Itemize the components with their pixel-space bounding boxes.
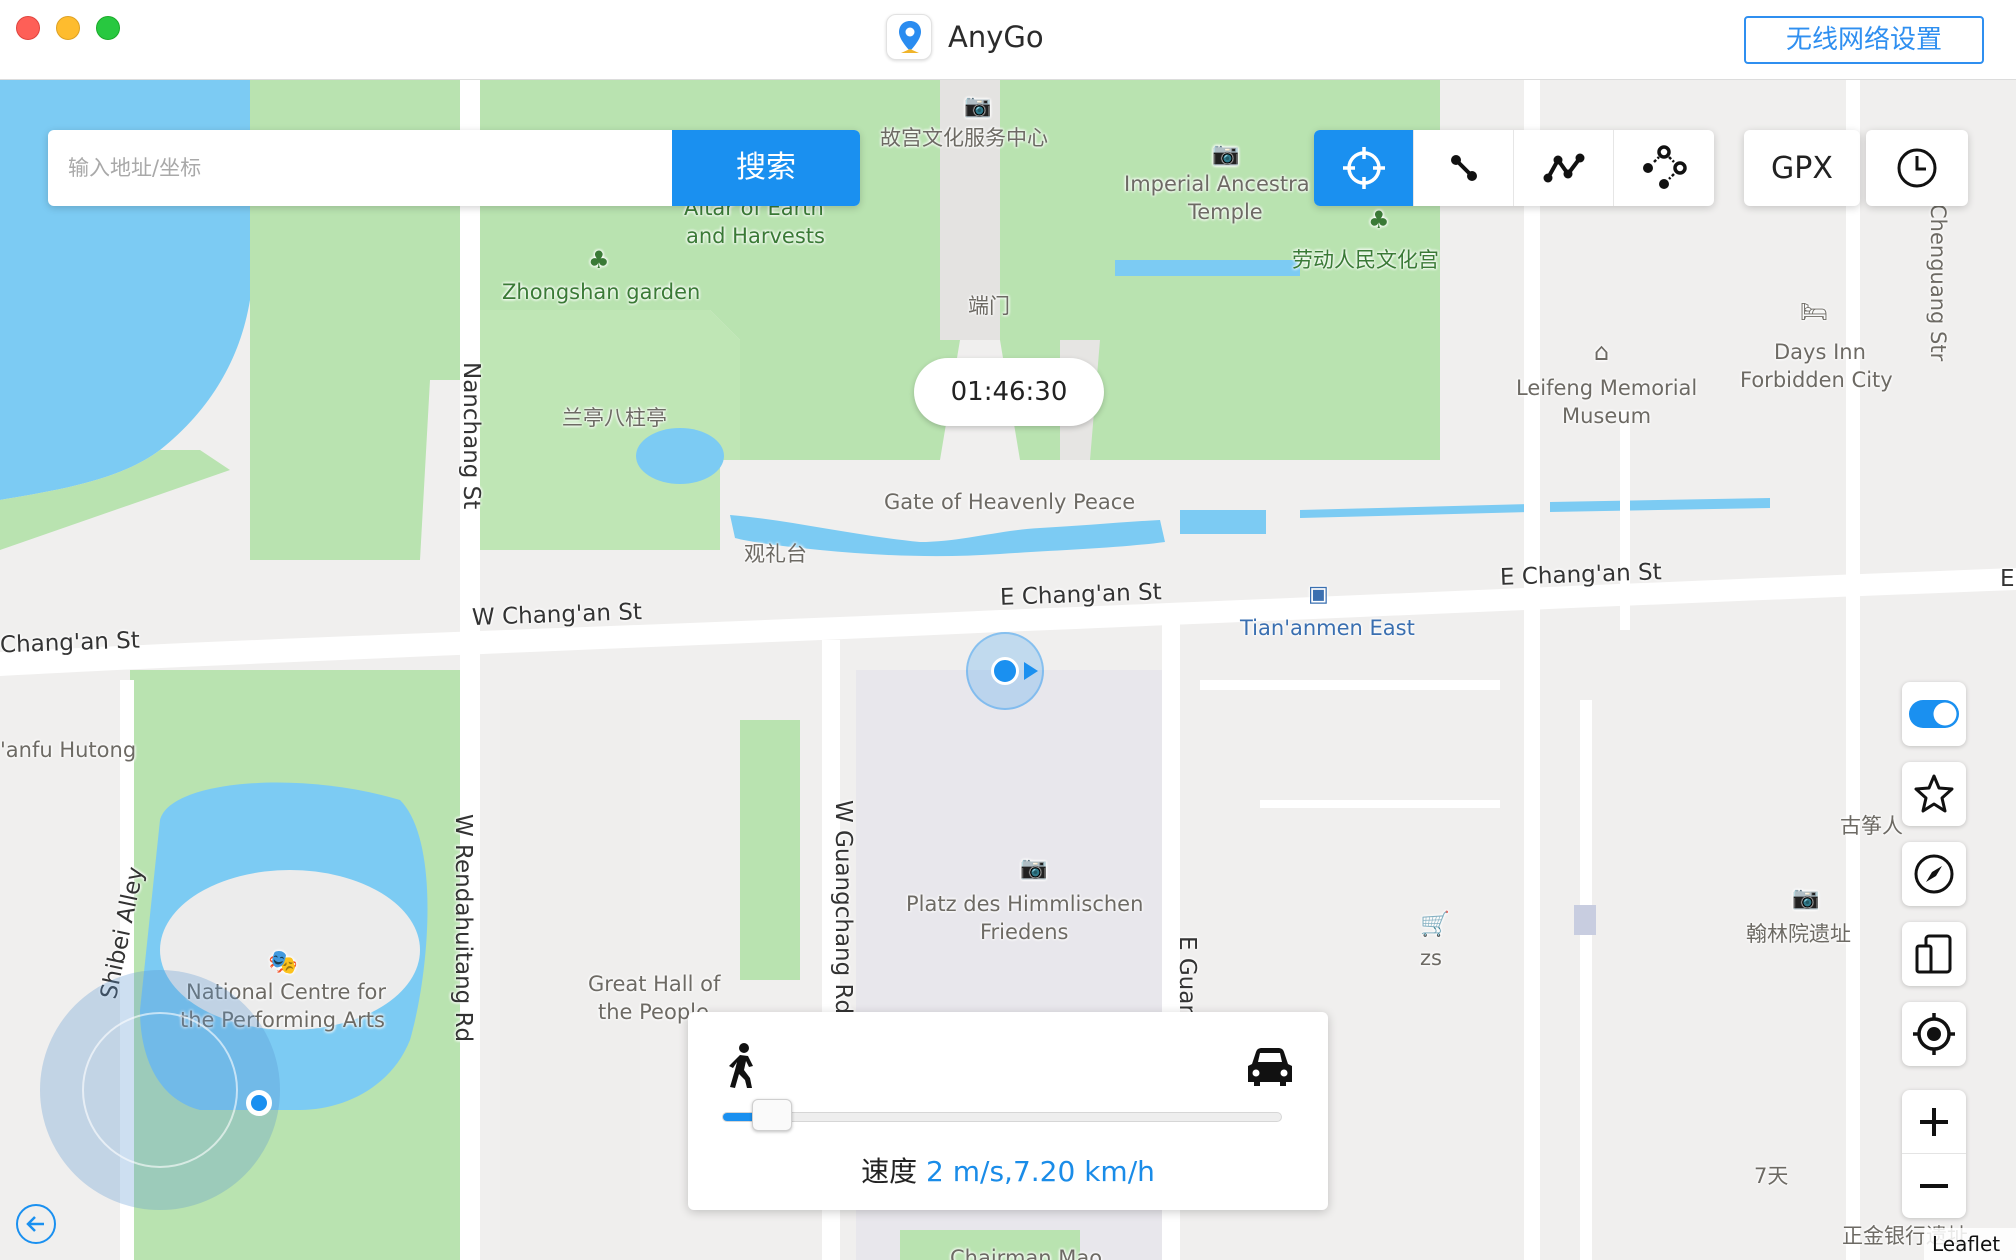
search-button[interactable]: 搜索	[672, 130, 860, 206]
arrow-left-icon	[26, 1216, 44, 1232]
road-label: Nanchang St	[458, 362, 484, 510]
plus-icon	[1920, 1107, 1948, 1136]
map-label: 端门	[968, 294, 1010, 318]
theater-icon: 🎭	[268, 948, 298, 976]
map-label: Great Hall of	[588, 972, 721, 996]
map-label: Temple	[1188, 200, 1263, 224]
speed-slider-thumb[interactable]	[752, 1099, 793, 1131]
app-window: 故宫文化服务中心 Imperial Ancestra Temple 劳动人民文化…	[0, 0, 2016, 1260]
toggle-switch-icon	[1909, 700, 1959, 728]
map-label: 故宫文化服务中心	[880, 126, 1048, 150]
map-label: Days Inn	[1774, 340, 1866, 364]
car-icon	[1248, 1048, 1292, 1086]
star-icon	[1914, 774, 1954, 813]
shop-icon: 🛒	[1420, 910, 1450, 938]
map-label: 古筝人	[1840, 814, 1903, 838]
minus-icon	[1920, 1184, 1948, 1188]
map-label: Leifeng Memorial	[1516, 376, 1698, 400]
back-button[interactable]	[16, 1204, 56, 1244]
speed-value: 2 m/s,7.20 km/h	[926, 1155, 1155, 1188]
search-bar: 搜索	[48, 130, 860, 206]
multi-spot-route-icon	[1543, 153, 1584, 183]
direction-arrow-icon	[1024, 662, 1038, 680]
locate-icon	[1913, 1013, 1955, 1055]
speed-label: 速度	[861, 1155, 918, 1188]
park-icon: ♣	[588, 246, 610, 274]
camera-icon: 📷	[1020, 856, 1048, 881]
compass-button[interactable]	[1902, 842, 1966, 906]
map-label: Imperial Ancestra	[1124, 172, 1310, 196]
map-label: Chenguang Str	[1926, 204, 1950, 362]
map-label: Museum	[1562, 404, 1652, 428]
devices-icon	[1915, 934, 1952, 974]
camera-icon: 📷	[1792, 886, 1820, 911]
camera-icon: 📷	[1212, 142, 1240, 167]
locate-me-button[interactable]	[1902, 1002, 1966, 1066]
speed-slider[interactable]	[722, 1112, 1282, 1122]
map-label: Zhongshan garden	[502, 280, 701, 304]
toggle-switch-button[interactable]	[1902, 682, 1966, 746]
map-label: 'anfu Hutong	[0, 738, 137, 762]
title-bar: AnyGo 无线网络设置	[0, 0, 2016, 80]
map-label: Forbidden City	[1740, 368, 1893, 392]
teleport-mode-button[interactable]	[1314, 130, 1414, 206]
joystick[interactable]	[40, 970, 280, 1210]
map-attribution[interactable]: Leaflet	[1924, 1228, 2016, 1260]
two-spot-route-icon	[1450, 155, 1477, 181]
zoom-control	[1902, 1090, 1966, 1218]
cooldown-timer: 01:46:30	[914, 358, 1104, 426]
close-window-button[interactable]	[16, 16, 40, 40]
map-label: zs	[1420, 946, 1442, 970]
road-label: W Guangchang Rd	[830, 800, 856, 1015]
current-location-marker	[966, 632, 1044, 710]
museum-icon: ⌂	[1594, 338, 1610, 366]
road-label: W Rendahuitang Rd	[450, 814, 476, 1043]
walk-icon	[729, 1043, 753, 1088]
road-label: Chang'an St	[0, 627, 141, 659]
map-label: 劳动人民文化宫	[1292, 248, 1439, 272]
camera-icon: 📷	[964, 94, 992, 119]
joystick-ring	[82, 1012, 238, 1168]
search-input[interactable]	[48, 130, 672, 206]
map-label: Tian'anmen East	[1240, 616, 1415, 640]
park-icon: ♣	[1368, 206, 1390, 234]
hotel-icon: 🛏	[1800, 300, 1828, 325]
devices-button[interactable]	[1902, 922, 1966, 986]
gpx-import-button[interactable]: GPX	[1744, 130, 1860, 206]
location-dot	[991, 657, 1019, 685]
map-label: Gate of Heavenly Peace	[884, 490, 1136, 514]
minimize-window-button[interactable]	[56, 16, 80, 40]
zoom-window-button[interactable]	[96, 16, 120, 40]
speed-panel: 速度 2 m/s,7.20 km/h	[688, 1012, 1328, 1210]
map-label: Platz des Himmlischen	[906, 892, 1144, 916]
map-label: and Harvests	[686, 224, 825, 248]
map-label: Chairman Mao	[950, 1246, 1103, 1260]
map-label: Friedens	[980, 920, 1069, 944]
zoom-in-button[interactable]	[1902, 1090, 1966, 1154]
speed-readout: 速度 2 m/s,7.20 km/h	[688, 1150, 1328, 1190]
road-label: E	[2000, 566, 2015, 592]
mode-toolbar	[1314, 130, 1714, 206]
subway-icon: ▣	[1308, 582, 1329, 607]
crosshair-icon	[1342, 147, 1385, 189]
history-button[interactable]	[1866, 130, 1968, 206]
multi-spot-mode-button[interactable]	[1514, 130, 1614, 206]
compass-icon	[1914, 854, 1954, 894]
clock-icon	[1897, 148, 1937, 188]
wifi-settings-button[interactable]: 无线网络设置	[1744, 16, 1984, 64]
jump-teleport-icon	[1643, 145, 1687, 189]
joystick-knob[interactable]	[246, 1090, 272, 1116]
map-label: 兰亭八柱亭	[562, 406, 667, 430]
zoom-out-button[interactable]	[1902, 1154, 1966, 1218]
jump-mode-button[interactable]	[1614, 130, 1714, 206]
map-label: 翰林院遗址	[1746, 922, 1851, 946]
map-label: 观礼台	[744, 542, 807, 566]
app-title: AnyGo	[948, 20, 1044, 54]
app-logo-icon	[886, 14, 932, 60]
two-spot-mode-button[interactable]	[1414, 130, 1514, 206]
map-label: 7天	[1754, 1164, 1789, 1188]
favorites-button[interactable]	[1902, 762, 1966, 826]
